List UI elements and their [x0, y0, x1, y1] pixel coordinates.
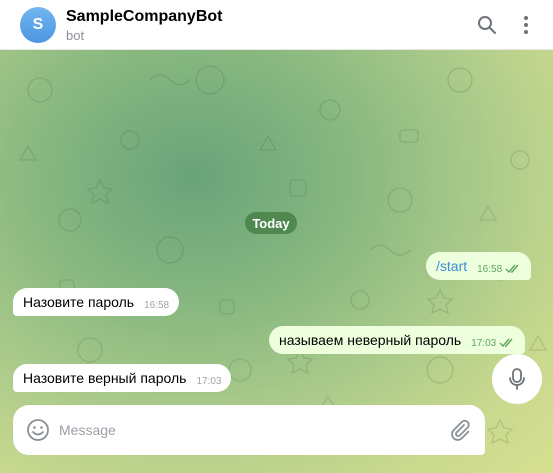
more-menu-button[interactable]: [512, 11, 540, 39]
double-check-icon: [505, 264, 519, 274]
message-text: Назовите пароль: [23, 294, 135, 310]
chat-area[interactable]: Today /start 16:58 Назовите пароль 16:58…: [0, 50, 553, 473]
search-icon: [478, 16, 496, 34]
message-bubble-outgoing[interactable]: /start 16:58: [426, 252, 532, 280]
message-time: 16:58: [477, 263, 503, 275]
message-text: Назовите верный пароль: [23, 370, 187, 386]
date-divider: Today: [245, 212, 297, 234]
message-composer: [13, 405, 485, 455]
message-input[interactable]: [59, 417, 439, 443]
chat-header: S SampleCompanyBot bot: [0, 0, 553, 50]
emoji-icon[interactable]: [25, 417, 51, 443]
bot-command-link[interactable]: /start: [436, 258, 467, 274]
message-text: называем неверный пароль: [279, 332, 462, 348]
more-vertical-icon: [524, 16, 528, 34]
double-check-icon: [499, 338, 513, 348]
chat-title[interactable]: SampleCompanyBot: [66, 8, 222, 26]
avatar[interactable]: S: [20, 7, 56, 43]
search-button[interactable]: [473, 11, 501, 39]
microphone-icon: [509, 368, 525, 390]
message-time: 17:03: [196, 375, 222, 387]
paperclip-icon[interactable]: [447, 417, 473, 443]
voice-record-button[interactable]: [492, 354, 542, 404]
message-bubble-incoming[interactable]: Назовите верный пароль 17:03: [13, 364, 232, 392]
message-bubble-incoming[interactable]: Назовите пароль 16:58: [13, 288, 180, 316]
chat-subtitle: bot: [66, 28, 85, 43]
message-bubble-outgoing[interactable]: называем неверный пароль 17:03: [269, 326, 526, 354]
message-time: 16:58: [144, 299, 170, 311]
message-time: 17:03: [471, 337, 497, 349]
